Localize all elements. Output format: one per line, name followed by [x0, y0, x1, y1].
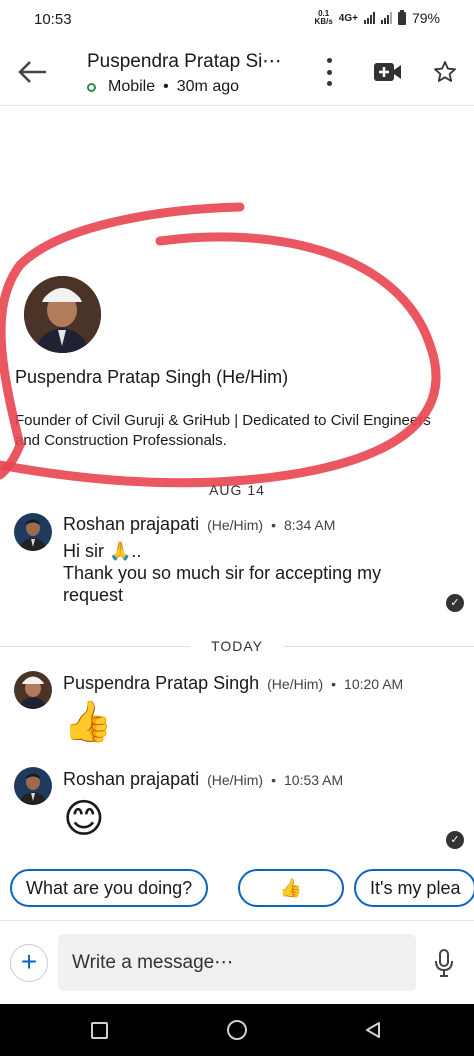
recents-icon[interactable] [91, 1022, 108, 1039]
suggested-reply-chip[interactable]: It's my plea [354, 869, 474, 907]
status-label: Mobile [108, 78, 156, 95]
network-speed-unit: KB/s [314, 17, 333, 26]
last-seen: 30m ago [176, 78, 240, 95]
sender-avatar[interactable] [14, 671, 52, 709]
suggested-replies: What are you doing? 👍 It's my plea [10, 869, 474, 907]
message-time: 8:34 AM [284, 517, 336, 533]
contact-name[interactable]: Puspendra Pratap Si⋯ [87, 50, 281, 73]
sender-pronouns: (He/Him) [207, 517, 264, 533]
message-time-separator: • [271, 772, 276, 788]
sender-pronouns: (He/Him) [267, 676, 324, 692]
attach-plus-icon[interactable]: + [10, 944, 48, 982]
microphone-icon[interactable] [434, 949, 454, 977]
sender-avatar[interactable] [14, 767, 52, 805]
profile-name[interactable]: Puspendra Pratap Singh (He/Him) [15, 367, 288, 388]
message-time-separator: • [331, 676, 337, 692]
battery-icon [397, 9, 406, 25]
signal-icon [363, 12, 375, 24]
system-back-icon[interactable] [364, 1021, 382, 1039]
sender-name[interactable]: Roshan prajapati [63, 769, 199, 790]
suggested-reply-chip[interactable]: 👍 [238, 869, 344, 907]
video-call-icon[interactable] [374, 62, 402, 82]
contact-status: Mobile • 30m ago [87, 78, 239, 96]
smile-emoji: 😊 [63, 797, 105, 841]
message-sender: Puspendra Pratap Singh (He/Him) • 10:20 … [63, 673, 403, 694]
back-arrow-icon[interactable] [18, 60, 48, 84]
message-body: Hi sir 🙏.. Thank you so much sir for acc… [63, 540, 463, 606]
profile-headline: Founder of Civil Guruji & GriHub | Dedic… [15, 412, 431, 449]
star-icon[interactable] [433, 60, 457, 84]
message-sender: Roshan prajapati (He/Him) • 10:53 AM [63, 769, 343, 790]
message-line: Hi sir 🙏.. [63, 541, 142, 561]
suggested-reply-chip[interactable]: What are you doing? [10, 869, 209, 907]
sender-name[interactable]: Roshan prajapati [63, 514, 199, 535]
date-separator-label: TODAY [211, 638, 263, 654]
thumbs-up-emoji: 👍 [63, 700, 113, 744]
sender-pronouns: (He/Him) [207, 772, 264, 788]
status-separator-dot: • [163, 78, 169, 95]
message-line: Thank you so much sir for accepting my [63, 563, 382, 583]
message-line: request [63, 585, 124, 605]
network-type: 4G+ [338, 12, 358, 24]
conversation-header: Puspendra Pratap Si⋯ Mobile • 30m ago [0, 40, 474, 106]
message-time-separator: • [271, 517, 276, 533]
battery-level: 79% [411, 10, 440, 26]
profile-avatar[interactable] [24, 276, 101, 353]
message-composer: + Write a message⋯ [0, 920, 474, 1004]
status-icons: 0.1 KB/s 4G+ 79% [315, 9, 440, 26]
date-separator-label: AUG 14 [209, 482, 265, 498]
more-vertical-icon[interactable] [325, 58, 333, 86]
home-icon[interactable] [227, 1020, 247, 1040]
message-time: 10:20 AM [344, 676, 404, 692]
system-navigation-bar [0, 1004, 474, 1056]
read-receipt-icon: ✓ [446, 594, 464, 612]
online-status-icon [87, 82, 96, 92]
status-time: 10:53 [34, 11, 72, 28]
message-time: 10:53 AM [284, 772, 344, 788]
network-speed: 0.1 KB/s [315, 10, 333, 26]
read-receipt-icon: ✓ [446, 831, 464, 849]
status-bar: 10:53 0.1 KB/s 4G+ 79% [0, 0, 474, 40]
sender-avatar[interactable] [14, 513, 52, 551]
message-sender: Roshan prajapati (He/Him) • 8:34 AM [63, 514, 335, 535]
message-input[interactable]: Write a message⋯ [58, 934, 416, 991]
sender-name[interactable]: Puspendra Pratap Singh [63, 673, 259, 694]
signal-icon-2 [380, 12, 392, 24]
